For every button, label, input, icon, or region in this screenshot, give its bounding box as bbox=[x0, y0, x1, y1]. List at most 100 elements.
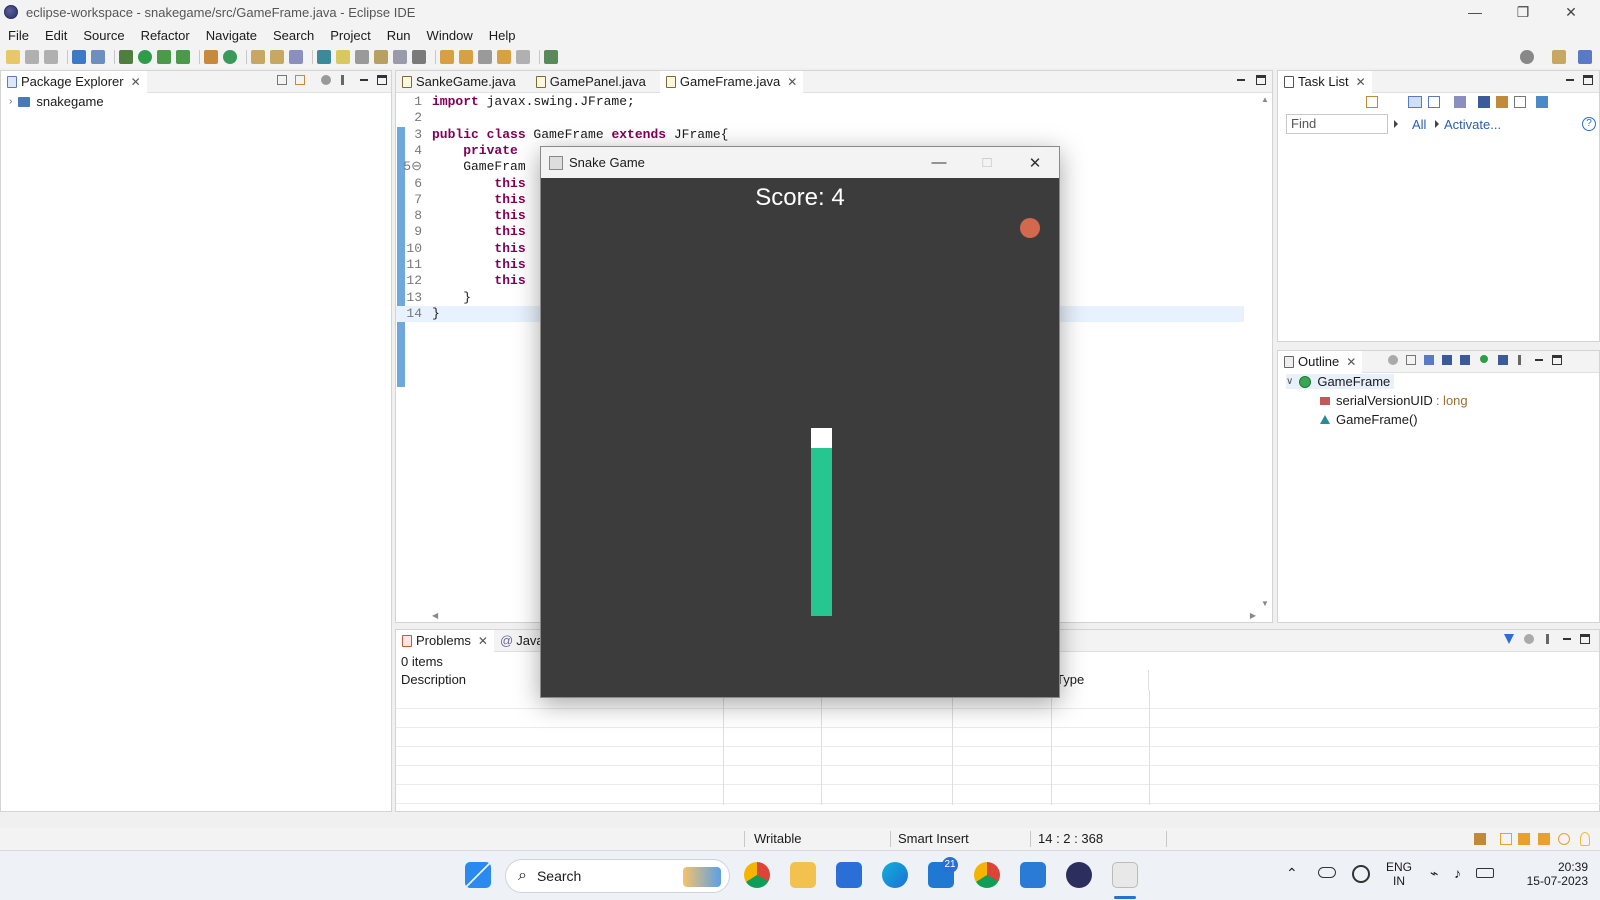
maximize-panel-icon[interactable] bbox=[1580, 634, 1590, 644]
sync-icon[interactable] bbox=[1352, 865, 1370, 883]
edge-icon[interactable] bbox=[882, 862, 908, 888]
all-filter-link[interactable]: All bbox=[1412, 117, 1426, 132]
pilcrow-icon[interactable] bbox=[412, 50, 426, 64]
language-indicator[interactable]: ENG IN bbox=[1386, 860, 1412, 888]
focus-active-task-icon[interactable] bbox=[1388, 355, 1398, 365]
help-icon[interactable]: ? bbox=[1582, 117, 1596, 131]
scroll-left-icon[interactable]: ◀ bbox=[432, 611, 438, 620]
pin-editor-icon[interactable] bbox=[544, 50, 558, 64]
code-line[interactable]: 2 bbox=[396, 110, 1244, 126]
hide-completed-icon[interactable] bbox=[1478, 96, 1490, 108]
tab-package-explorer[interactable]: Package Explorer ✕ bbox=[1, 70, 147, 93]
tab-task-list[interactable]: Task List ✕ bbox=[1278, 70, 1372, 93]
close-window-button[interactable]: ✕ bbox=[1548, 0, 1594, 24]
repository-icon[interactable] bbox=[1536, 96, 1548, 108]
tab-outline[interactable]: Outline ✕ bbox=[1278, 350, 1363, 373]
minimize-panel-icon[interactable] bbox=[359, 75, 369, 85]
clock[interactable]: 20:39 15-07-2023 bbox=[1508, 860, 1588, 888]
maximize-panel-icon[interactable] bbox=[1256, 75, 1266, 85]
minimize-panel-icon[interactable] bbox=[1565, 75, 1575, 85]
chevron-up-icon[interactable]: ⌃ bbox=[1286, 865, 1298, 882]
onedrive-icon[interactable] bbox=[1318, 867, 1336, 878]
open-task-icon[interactable] bbox=[270, 50, 284, 64]
vertical-scrollbar[interactable]: ▲ ▼ bbox=[1258, 93, 1272, 610]
scroll-down-icon[interactable]: ▼ bbox=[1261, 599, 1269, 608]
tree-item-snakegame[interactable]: › snakegame bbox=[9, 94, 104, 109]
outline-item-constructor[interactable]: GameFrame() bbox=[1320, 412, 1418, 427]
menu-edit[interactable]: Edit bbox=[37, 28, 75, 43]
previous-annotation-icon[interactable] bbox=[459, 50, 473, 64]
view-menu-icon[interactable] bbox=[341, 75, 344, 85]
sync-icon[interactable] bbox=[1496, 96, 1508, 108]
menu-search[interactable]: Search bbox=[265, 28, 322, 43]
tab-problems[interactable]: Problems ✕ bbox=[396, 629, 494, 652]
search-tool-icon[interactable] bbox=[289, 50, 303, 64]
new-class-icon[interactable] bbox=[223, 50, 237, 64]
minimize-window-button[interactable]: — bbox=[1452, 0, 1498, 24]
game-board[interactable]: Score: 4 bbox=[541, 178, 1059, 697]
new-java-project-icon[interactable] bbox=[204, 50, 218, 64]
code-line[interactable]: 3 public class GameFrame extends JFrame{ bbox=[396, 127, 1244, 143]
menu-help[interactable]: Help bbox=[481, 28, 524, 43]
minimize-panel-icon[interactable] bbox=[1236, 75, 1246, 85]
eclipse-taskbar-icon[interactable] bbox=[1066, 862, 1092, 888]
focus-icon[interactable] bbox=[1524, 634, 1534, 644]
menu-file[interactable]: File bbox=[0, 28, 37, 43]
chrome-profile-icon[interactable] bbox=[974, 862, 1000, 888]
tip-icon[interactable] bbox=[1580, 832, 1590, 846]
last-edit-icon[interactable] bbox=[478, 50, 492, 64]
close-icon[interactable]: ✕ bbox=[1356, 75, 1366, 89]
forward-icon[interactable] bbox=[516, 50, 530, 64]
code-line[interactable]: 1 import javax.swing.JFrame; bbox=[396, 94, 1244, 110]
back-icon[interactable] bbox=[497, 50, 511, 64]
notification-icon[interactable] bbox=[1500, 833, 1512, 845]
search-icon[interactable] bbox=[1520, 50, 1534, 64]
collapse-all-icon[interactable] bbox=[1514, 96, 1526, 108]
activate-link[interactable]: Activate... bbox=[1444, 117, 1501, 132]
vscode-icon[interactable] bbox=[1020, 862, 1046, 888]
show-whitespace-icon[interactable] bbox=[393, 50, 407, 64]
chrome-icon[interactable] bbox=[744, 862, 770, 888]
hide-non-public-icon[interactable] bbox=[1480, 355, 1488, 363]
menu-source[interactable]: Source bbox=[75, 28, 132, 43]
debug-icon[interactable] bbox=[119, 50, 133, 64]
restore-window-button[interactable]: ❐ bbox=[1500, 0, 1546, 24]
block-selection-icon[interactable] bbox=[355, 50, 369, 64]
next-annotation-icon[interactable] bbox=[440, 50, 454, 64]
maximize-panel-icon[interactable] bbox=[1583, 75, 1593, 85]
minimize-panel-icon[interactable] bbox=[1562, 634, 1572, 644]
new-task-icon[interactable] bbox=[1366, 96, 1378, 108]
focus-icon[interactable] bbox=[1454, 96, 1466, 108]
scheduled-icon[interactable] bbox=[1428, 96, 1440, 108]
maximize-panel-icon[interactable] bbox=[1552, 355, 1562, 365]
terminal-icon[interactable] bbox=[72, 50, 86, 64]
battery-icon[interactable] bbox=[1476, 868, 1494, 878]
close-icon[interactable]: ✕ bbox=[787, 75, 797, 89]
open-perspective-icon[interactable] bbox=[1552, 50, 1566, 64]
tab-sankegame-java[interactable]: SankeGame.java bbox=[396, 71, 522, 93]
external-tools-icon[interactable] bbox=[176, 50, 190, 64]
filter-icon[interactable] bbox=[1504, 634, 1514, 644]
menu-project[interactable]: Project bbox=[322, 28, 378, 43]
snake-game-window[interactable]: Snake Game — □ ✕ Score: 4 bbox=[540, 146, 1060, 698]
column-header-type[interactable]: Type bbox=[1051, 670, 1149, 690]
wifi-icon[interactable]: ⌁ bbox=[1430, 865, 1438, 882]
hide-fields-icon[interactable] bbox=[1442, 355, 1452, 365]
filters-icon[interactable] bbox=[321, 75, 331, 85]
tab-gamepanel-java[interactable]: GamePanel.java bbox=[530, 71, 652, 93]
save-all-icon[interactable] bbox=[44, 50, 58, 64]
link-with-editor-icon[interactable] bbox=[295, 75, 305, 85]
chevron-right-icon[interactable]: › bbox=[9, 96, 12, 107]
tasks-icon[interactable] bbox=[1518, 833, 1530, 845]
chevron-down-icon[interactable]: ∨ bbox=[1286, 376, 1293, 387]
collapse-all-icon[interactable] bbox=[277, 75, 287, 85]
scroll-up-icon[interactable]: ▲ bbox=[1261, 95, 1269, 104]
annotation-icon[interactable] bbox=[317, 50, 331, 64]
start-icon[interactable] bbox=[465, 862, 491, 888]
snake-close-button[interactable]: ✕ bbox=[1011, 147, 1059, 178]
open-type-icon[interactable] bbox=[251, 50, 265, 64]
save-icon[interactable] bbox=[25, 50, 39, 64]
collapse-all-icon[interactable] bbox=[1406, 355, 1416, 365]
tab-gameframe-java[interactable]: GameFrame.java ✕ bbox=[659, 70, 804, 93]
scroll-right-icon[interactable]: ▶ bbox=[1250, 611, 1256, 620]
